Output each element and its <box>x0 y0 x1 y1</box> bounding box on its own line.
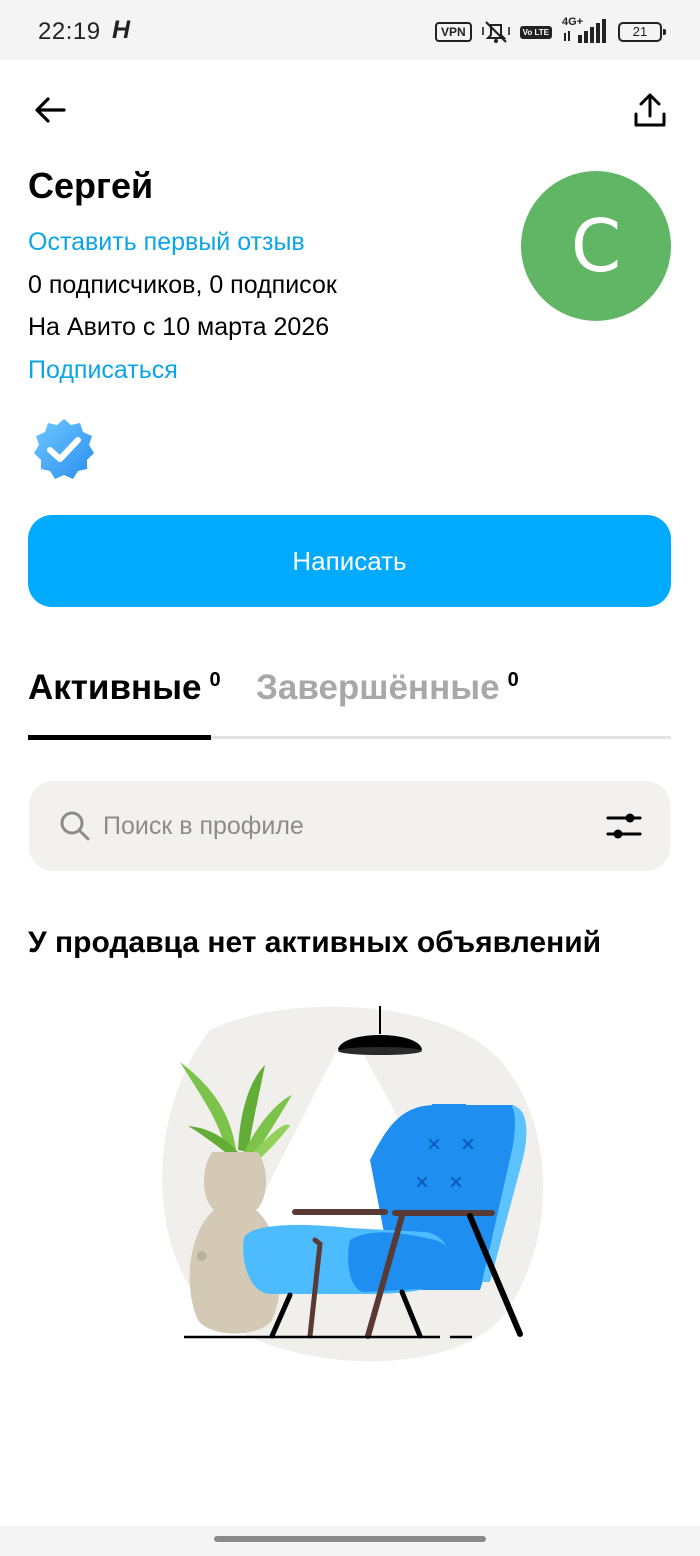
tab-count: 0 <box>507 669 519 692</box>
sliders-filter-icon[interactable] <box>606 809 642 843</box>
tab-completed-listings[interactable]: Завершённые 0 <box>256 668 519 708</box>
avatar[interactable]: C <box>521 171 671 321</box>
home-indicator[interactable] <box>214 1536 486 1542</box>
tab-count: 0 <box>209 669 221 692</box>
volte-icon: Vo LTE <box>519 25 552 39</box>
search-input[interactable] <box>103 781 583 871</box>
app-indicator-icon: H <box>112 16 131 44</box>
armchair-lamp-plant-illustration <box>162 1006 544 1362</box>
back-button[interactable] <box>28 88 72 132</box>
vpn-icon: VPN <box>434 22 472 42</box>
share-upload-icon <box>634 93 666 127</box>
write-message-button[interactable]: Написать <box>28 515 671 607</box>
followers-count[interactable]: 0 подписчиков, 0 подписок <box>28 271 337 300</box>
system-nav-bar <box>0 1526 700 1556</box>
verified-check-badge-icon[interactable] <box>30 416 98 484</box>
write-button-label: Написать <box>292 545 407 576</box>
tab-indicator <box>28 735 211 740</box>
member-since: На Авито с 10 марта 2026 <box>28 313 330 341</box>
share-button[interactable] <box>628 88 672 132</box>
empty-state-heading: У продавца нет активных объявлений <box>28 926 602 959</box>
status-bar: 22:19 H VPN Vo LTE 4G+ 21 <box>0 0 700 60</box>
status-time: 22:19 <box>38 18 101 45</box>
profile-search-box[interactable] <box>29 781 670 871</box>
subscribe-link[interactable]: Подписаться <box>28 356 178 385</box>
tab-active-listings[interactable]: Активные 0 <box>28 668 221 708</box>
leave-review-link[interactable]: Оставить первый отзыв <box>28 228 305 257</box>
arrow-left-icon <box>35 97 66 123</box>
search-icon <box>60 811 90 841</box>
tab-label: Завершённые <box>256 668 500 707</box>
status-icons: VPN Vo LTE 4G+ 21 <box>434 16 666 46</box>
profile-name: Сергей <box>28 165 154 206</box>
seller-profile-screen: 22:19 H VPN Vo LTE 4G+ 21 Сергей Оставит… <box>0 0 700 1556</box>
tab-label: Активные <box>28 668 202 707</box>
avatar-letter: C <box>570 204 622 288</box>
battery-icon: 21 <box>618 22 666 42</box>
signal-icon: 4G+ <box>562 16 608 45</box>
mute-vibrate-icon <box>481 21 510 43</box>
